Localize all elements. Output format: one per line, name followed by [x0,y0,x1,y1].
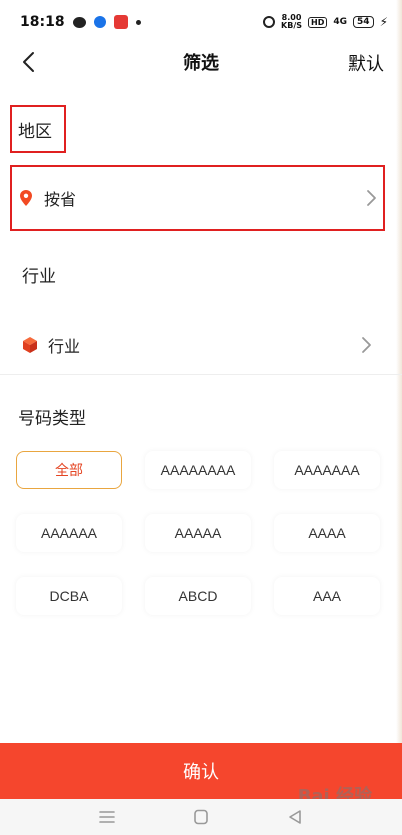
number-type-options: 全部 AAAAAAAA AAAAAAA AAAAAA AAAAA AAAA DC… [16,451,382,615]
cube-icon [23,337,37,353]
charging-icon: ⚡ [379,15,388,29]
number-type-heading-label: 号码类型 [18,409,86,429]
status-time: 18:18 [20,14,65,30]
red-app-icon [113,15,128,29]
hd-badge: HD [308,16,328,28]
battery-indicator: 54 [353,16,374,28]
number-type-heading: 号码类型 [18,404,86,429]
system-navigation-bar [0,799,402,835]
number-type-chip[interactable]: AAA [274,577,380,615]
region-heading: 地区 [10,105,66,153]
menu-icon[interactable] [98,809,116,825]
right-edge-shadow [396,0,402,835]
page-title: 筛选 [183,53,219,74]
province-selector-row[interactable]: 按省 [10,165,385,231]
location-pin-icon [20,190,32,206]
number-type-chip[interactable]: AAAA [274,514,380,552]
province-row-label: 按省 [44,190,77,209]
number-type-chip-all[interactable]: 全部 [16,451,122,489]
industry-selector-row[interactable]: 行业 [16,312,378,378]
chevron-right-icon [362,337,371,353]
number-type-chip[interactable]: DCBA [16,577,122,615]
home-icon[interactable] [192,809,210,825]
wechat-icon [72,16,86,28]
back-triangle-icon[interactable] [286,809,304,825]
app-notification-icon [93,16,106,28]
section-divider [0,374,402,375]
network-speed: 8.00 KB/S [281,14,302,30]
nav-bar: 筛选 默认 [0,44,402,80]
back-arrow-icon[interactable] [18,50,42,74]
status-right: 8.00 KB/S HD 4G 54 ⚡ [263,14,388,30]
confirm-button-label: 确认 [183,762,219,783]
number-type-chip[interactable]: ABCD [145,577,251,615]
number-type-chip[interactable]: AAAAAA [16,514,122,552]
signal-indicator: 4G [333,17,348,27]
number-type-chip[interactable]: AAAAAAAA [145,451,251,489]
reset-default-button[interactable]: 默认 [348,50,384,76]
status-left: 18:18 [20,14,141,30]
number-type-chip[interactable]: AAAAAAA [274,451,380,489]
network-speed-unit: KB/S [281,21,303,30]
region-heading-label: 地区 [18,121,52,142]
more-notifications-dot-icon [135,19,141,25]
industry-heading: 行业 [22,262,56,287]
alarm-icon [263,16,276,28]
number-type-chip[interactable]: AAAAA [145,514,251,552]
industry-row-label: 行业 [48,337,81,356]
chevron-right-icon [367,190,376,206]
status-bar: 18:18 8.00 KB/S HD 4G 54 ⚡ [0,0,402,44]
industry-heading-label: 行业 [22,267,56,287]
